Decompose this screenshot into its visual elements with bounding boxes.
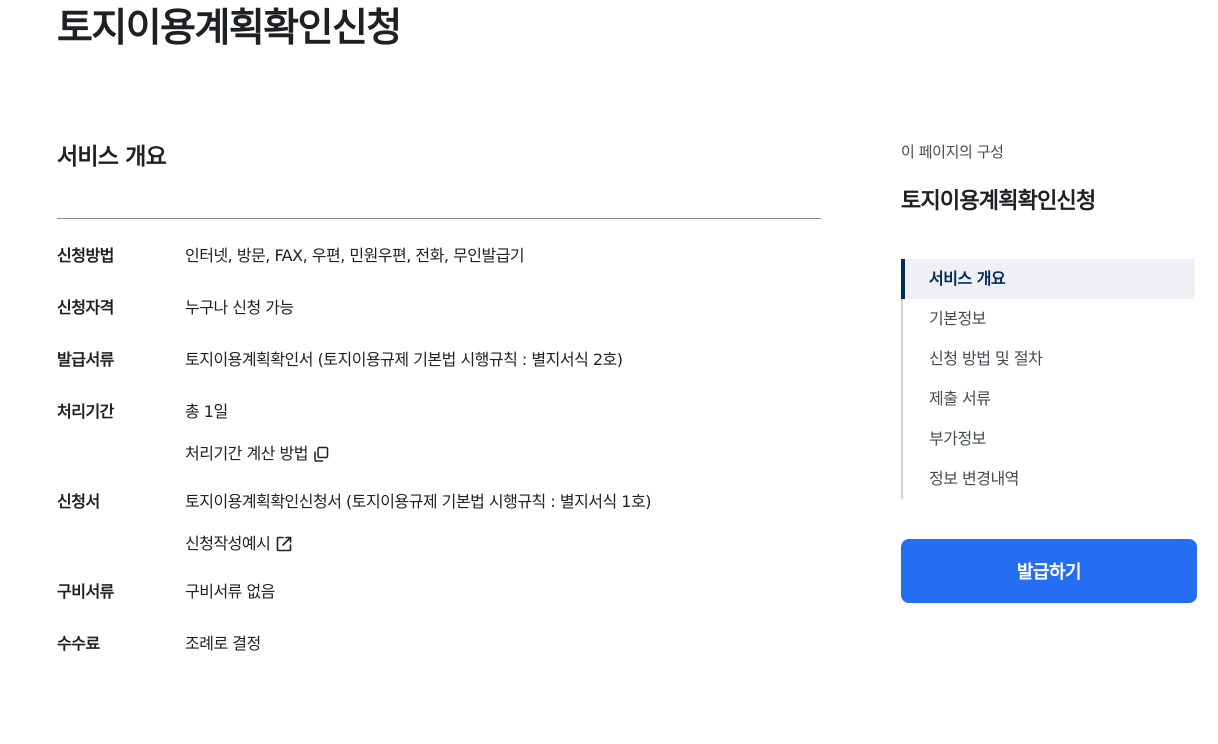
processing-period-calculation-link[interactable]: 처리기간 계산 방법 [185,442,330,466]
row-value: 조례로 결정 [185,634,261,653]
outline-kicker: 이 페이지의 구성 [901,143,1004,161]
toc-item-submission-documents[interactable]: 제출 서류 [901,379,1195,419]
row-value: 구비서류 없음 [185,582,275,601]
row-label: 처리기간 [57,402,114,421]
row-label: 신청서 [57,492,100,511]
toc-item-application-procedure[interactable]: 신청 방법 및 절차 [901,339,1195,379]
section-title: 서비스 개요 [57,144,167,170]
info-row-application-form: 신청서 토지이용계획확인신청서 (토지이용규제 기본법 시행규칙 : 별지서식 … [57,490,821,556]
info-row-issued-document: 발급서류 토지이용계획확인서 (토지이용규제 기본법 시행규칙 : 별지서식 2… [57,348,821,372]
page-title: 토지이용계획확인신청 [57,6,402,51]
external-link-icon [277,536,292,552]
row-label: 신청방법 [57,246,114,265]
info-row-fee: 수수료 조례로 결정 [57,632,821,656]
table-of-contents: 서비스 개요 기본정보 신청 방법 및 절차 제출 서류 부가정보 정보 변경내… [901,259,1197,499]
row-label: 신청자격 [57,298,114,317]
link-text: 신청작성예시 [185,534,271,553]
toc-item-service-overview[interactable]: 서비스 개요 [901,259,1195,299]
info-list: 신청방법 인터넷, 방문, FAX, 우편, 민원우편, 전화, 무인발급기 신… [57,219,821,656]
copy-icon [314,446,329,462]
row-value: 토지이용계획확인서 (토지이용규제 기본법 시행규칙 : 별지서식 2호) [185,350,623,369]
row-value-group: 총 1일 처리기간 계산 방법 [185,400,330,466]
row-value: 누구나 신청 가능 [185,298,294,317]
row-label: 수수료 [57,634,100,653]
row-value: 인터넷, 방문, FAX, 우편, 민원우편, 전화, 무인발급기 [185,246,525,265]
toc-item-change-history[interactable]: 정보 변경내역 [901,459,1195,499]
row-value: 토지이용계획확인신청서 (토지이용규제 기본법 시행규칙 : 별지서식 1호) [185,492,651,511]
info-row-application-method: 신청방법 인터넷, 방문, FAX, 우편, 민원우편, 전화, 무인발급기 [57,244,821,268]
link-text: 처리기간 계산 방법 [185,444,308,463]
info-row-processing-period: 처리기간 총 1일 처리기간 계산 방법 [57,400,821,466]
info-row-required-documents: 구비서류 구비서류 없음 [57,580,821,604]
toc-item-additional-info[interactable]: 부가정보 [901,419,1195,459]
outline-title: 토지이용계획확인신청 [901,189,1096,214]
row-value-group: 토지이용계획확인신청서 (토지이용규제 기본법 시행규칙 : 별지서식 1호) … [185,490,651,556]
row-label: 구비서류 [57,582,114,601]
page-outline-sidebar: 이 페이지의 구성 토지이용계획확인신청 서비스 개요 기본정보 신청 방법 및… [901,140,1197,603]
application-example-link[interactable]: 신청작성예시 [185,532,294,556]
info-row-eligibility: 신청자격 누구나 신청 가능 [57,296,821,320]
service-overview-section: 서비스 개요 신청방법 인터넷, 방문, FAX, 우편, 민원우편, 전화, … [57,135,821,684]
row-label: 발급서류 [57,350,114,369]
issue-button[interactable]: 발급하기 [901,539,1197,603]
toc-item-basic-info[interactable]: 기본정보 [901,299,1195,339]
row-value: 총 1일 [185,402,228,421]
